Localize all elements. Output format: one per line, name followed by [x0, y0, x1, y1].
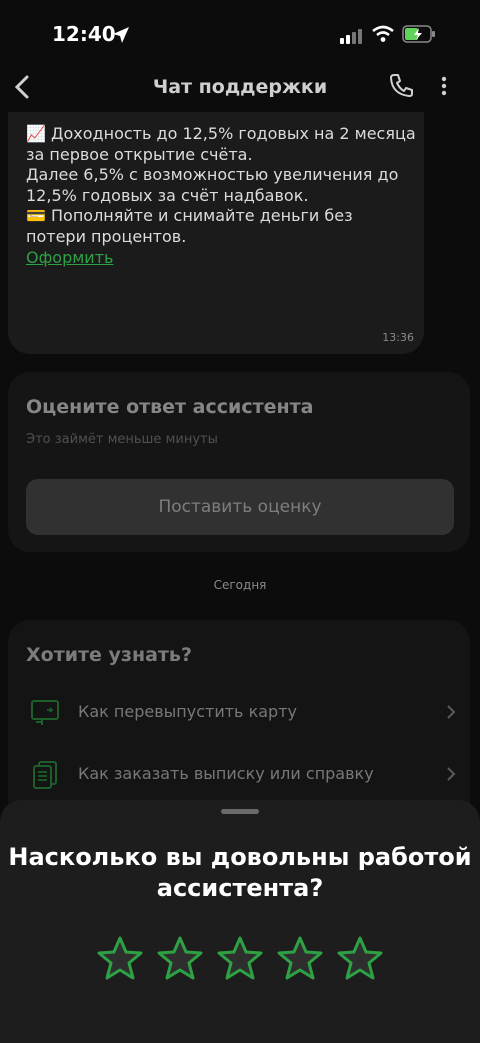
star-1-icon[interactable]	[96, 935, 144, 983]
star-2-icon[interactable]	[156, 935, 204, 983]
wifi-icon	[372, 25, 394, 42]
status-time: 12:40	[52, 22, 116, 46]
apply-link[interactable]: Оформить	[26, 248, 113, 267]
sheet-title: Насколько вы довольны работой ассистента…	[8, 843, 472, 902]
sheet-grabber[interactable]	[221, 809, 259, 814]
more-options-icon[interactable]	[440, 76, 448, 96]
rate-assistant-card: Оцените ответ ассистента Это займёт мень…	[8, 372, 470, 552]
assistant-message: 📈 Доходность до 12,5% годовых на 2 месяц…	[8, 112, 424, 354]
chevron-right-icon	[447, 705, 456, 719]
location-arrow-icon	[113, 27, 129, 43]
rate-card-title: Оцените ответ ассистента	[26, 396, 314, 418]
faq-item-reissue-card[interactable]: Как перевыпустить карту	[26, 692, 456, 732]
rate-card-subtitle: Это займёт меньше минуты	[26, 432, 218, 447]
faq-item-label: Как заказать выписку или справку	[78, 764, 374, 783]
chat-header: Чат поддержки	[0, 70, 480, 104]
rate-button[interactable]: Поставить оценку	[26, 479, 454, 535]
star-4-icon[interactable]	[276, 935, 324, 983]
phone-icon[interactable]	[388, 72, 414, 98]
star-5-icon[interactable]	[336, 935, 384, 983]
battery-charging-icon	[402, 25, 435, 43]
faq-title: Хотите узнать?	[26, 644, 192, 666]
status-bar: 12:40	[0, 0, 480, 70]
cellular-signal-icon	[340, 29, 362, 44]
date-separator: Сегодня	[213, 578, 267, 592]
star-3-icon[interactable]	[216, 935, 264, 983]
message-timestamp: 13:36	[382, 331, 414, 344]
rating-bottom-sheet: Насколько вы довольны работой ассистента…	[0, 800, 480, 1043]
documents-icon	[33, 761, 57, 789]
faq-item-statement[interactable]: Как заказать выписку или справку	[26, 754, 456, 794]
card-reissue-icon	[31, 700, 59, 725]
faq-item-label: Как перевыпустить карту	[78, 702, 297, 721]
chevron-right-icon	[447, 767, 456, 781]
message-text: 📈 Доходность до 12,5% годовых на 2 месяц…	[26, 124, 416, 246]
